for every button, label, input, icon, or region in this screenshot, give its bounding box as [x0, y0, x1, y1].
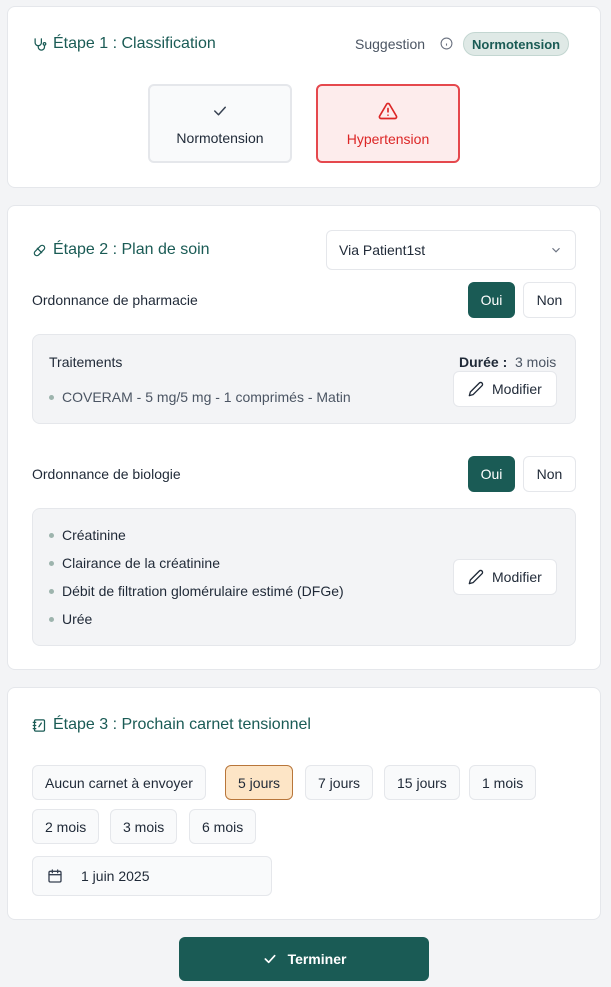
suggestion-label: Suggestion [355, 36, 426, 52]
pencil-icon [468, 569, 484, 585]
next-log-card: Étape 3 : Prochain carnet tensionnel Auc… [7, 687, 601, 920]
stethoscope-icon [34, 37, 47, 51]
option-1-month[interactable]: 1 mois [469, 765, 537, 800]
treatments-title: Traitements [49, 354, 123, 370]
option-2-months[interactable]: 2 mois [32, 809, 100, 844]
option-6-months[interactable]: 6 mois [189, 809, 257, 844]
via-select[interactable]: Via Patient1st [326, 230, 576, 270]
treatments-panel: Traitements Durée : 3 mois COVERAM - 5 m… [32, 334, 576, 424]
pharmacy-no-button[interactable]: Non [523, 282, 576, 318]
treatments-list: COVERAM - 5 mg/5 mg - 1 comprimés - Mati… [49, 383, 351, 411]
pill-icon [33, 244, 46, 256]
check-icon [214, 106, 226, 115]
step2-title: Étape 2 : Plan de soin [32, 241, 210, 259]
option-normotension[interactable]: Normotension [148, 84, 292, 163]
list-item: COVERAM - 5 mg/5 mg - 1 comprimés - Mati… [49, 383, 351, 411]
modify-treatments-label: Modifier [492, 381, 542, 397]
option-3-months[interactable]: 3 mois [110, 809, 178, 844]
option-normotension-label: Normotension [176, 129, 264, 146]
notebook-icon [32, 718, 46, 732]
biology-list: Créatinine Clairance de la créatinine Dé… [49, 521, 344, 633]
step2-title-text: Étape 2 : Plan de soin [53, 241, 210, 258]
biology-label: Ordonnance de biologie [32, 466, 181, 482]
step1-title-text: Étape 1 : Classification [53, 35, 216, 52]
biology-yes-button[interactable]: Oui [468, 456, 515, 492]
pharmacy-yes-button[interactable]: Oui [468, 282, 515, 318]
finish-button-label: Terminer [287, 951, 347, 967]
option-5-days[interactable]: 5 jours [225, 765, 294, 800]
duration-value: 3 mois [515, 354, 557, 370]
suggestion-badge: Normotension [463, 32, 570, 56]
option-hypertension-label: Hypertension [346, 130, 430, 147]
chevron-down-icon [552, 247, 560, 253]
classification-card: Étape 1 : Classification Suggestion Norm… [7, 6, 601, 188]
calendar-icon [48, 869, 62, 883]
step3-title: Étape 3 : Prochain carnet tensionnel [32, 716, 311, 734]
care-plan-card: Étape 2 : Plan de soin Via Patient1st Or… [7, 205, 601, 670]
option-hypertension[interactable]: Hypertension [316, 84, 460, 163]
info-icon [440, 37, 453, 50]
step3-title-text: Étape 3 : Prochain carnet tensionnel [53, 716, 311, 733]
list-item: Débit de filtration glomérulaire estimé … [49, 577, 344, 605]
list-item: Clairance de la créatinine [49, 549, 344, 577]
pencil-icon [468, 381, 484, 397]
biology-no-button[interactable]: Non [523, 456, 576, 492]
date-field[interactable]: 1 juin 2025 [32, 856, 272, 896]
option-7-days[interactable]: 7 jours [305, 765, 374, 800]
biology-panel: Créatinine Clairance de la créatinine Dé… [32, 508, 576, 646]
finish-button[interactable]: Terminer [179, 937, 429, 981]
duration-label: Durée : [459, 354, 508, 370]
step1-title: Étape 1 : Classification [32, 35, 216, 53]
check-icon [264, 954, 276, 964]
option-no-log[interactable]: Aucun carnet à envoyer [32, 765, 206, 800]
modify-treatments-button[interactable]: Modifier [453, 371, 557, 407]
modify-biology-label: Modifier [492, 569, 542, 585]
pharmacy-label: Ordonnance de pharmacie [32, 292, 198, 308]
option-15-days[interactable]: 15 jours [384, 765, 460, 800]
list-item: Urée [49, 605, 344, 633]
date-value: 1 juin 2025 [81, 868, 150, 884]
modify-biology-button[interactable]: Modifier [453, 559, 557, 595]
list-item: Créatinine [49, 521, 344, 549]
via-select-value: Via Patient1st [339, 242, 426, 258]
warning-triangle-icon [378, 102, 398, 119]
